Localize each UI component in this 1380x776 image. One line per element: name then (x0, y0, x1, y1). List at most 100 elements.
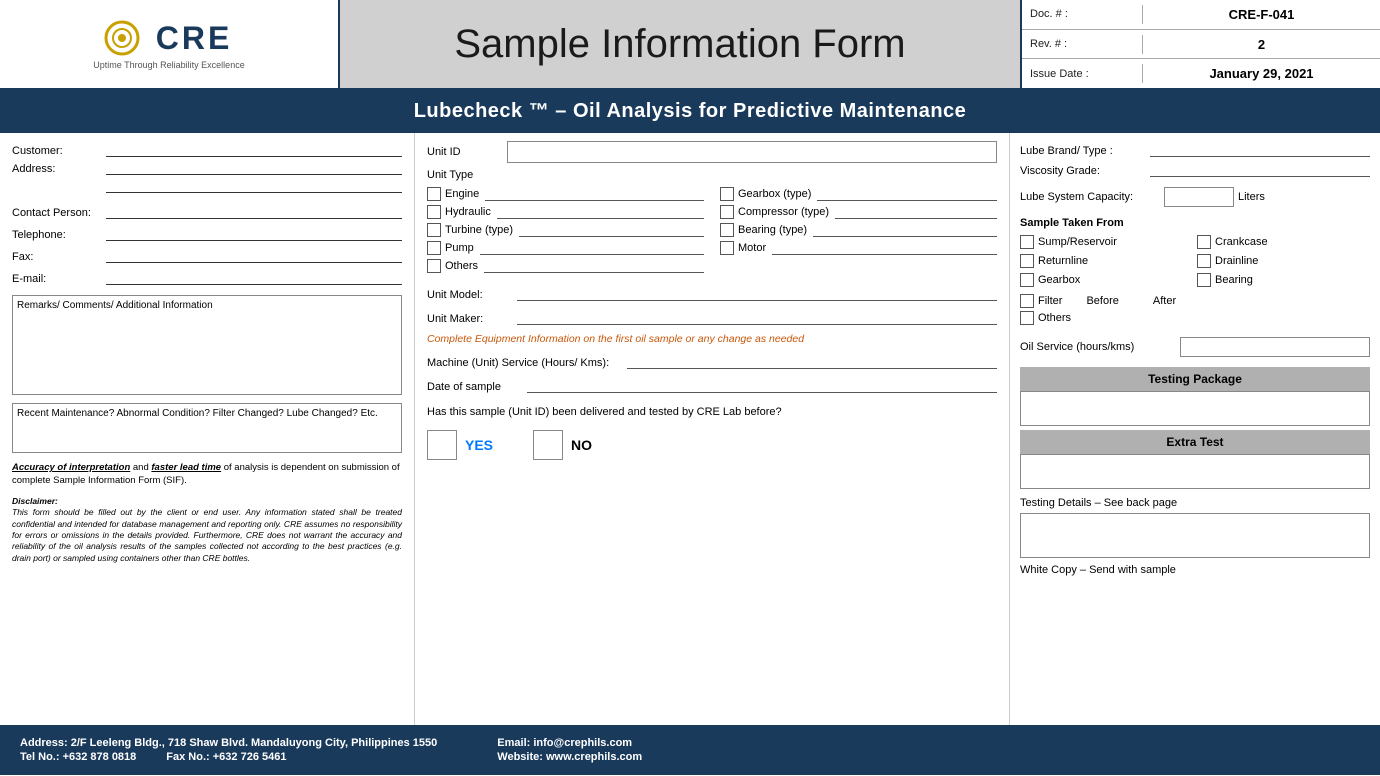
bearing-sample-label: Bearing (1215, 274, 1253, 286)
compressor-line[interactable] (835, 205, 997, 219)
gearbox-checkbox[interactable] (720, 187, 734, 201)
address-label: Address: (12, 163, 102, 175)
telephone-label: Telephone: (12, 229, 102, 241)
logo-section: CRE Uptime Through Reliability Excellenc… (0, 0, 340, 88)
customer-label: Customer: (12, 145, 102, 157)
cre-logo-icon (104, 18, 156, 58)
pump-checkbox[interactable] (427, 241, 441, 255)
others-sample-checkbox[interactable] (1020, 311, 1034, 325)
lube-capacity-field[interactable] (1164, 187, 1234, 207)
others-checkbox[interactable] (427, 259, 441, 273)
testing-package-header: Testing Package (1020, 367, 1370, 391)
customer-field[interactable] (106, 141, 402, 157)
doc-value: CRE-F-041 (1142, 5, 1380, 24)
lube-brand-field[interactable] (1150, 141, 1370, 157)
unit-model-field[interactable] (517, 285, 997, 301)
compressor-item: Compressor (type) (720, 205, 997, 219)
viscosity-field[interactable] (1150, 161, 1370, 177)
returnline-checkbox[interactable] (1020, 254, 1034, 268)
viscosity-label: Viscosity Grade: (1020, 165, 1150, 177)
logo-tagline: Uptime Through Reliability Excellence (93, 60, 244, 70)
motor-checkbox[interactable] (720, 241, 734, 255)
unit-id-row: Unit ID (427, 141, 997, 163)
engine-line[interactable] (485, 187, 704, 201)
telephone-field[interactable] (106, 225, 402, 241)
drainline-checkbox[interactable] (1197, 254, 1211, 268)
unit-model-label: Unit Model: (427, 289, 517, 301)
fax-field[interactable] (106, 247, 402, 263)
unit-maker-field[interactable] (517, 309, 997, 325)
bearing-line[interactable] (813, 223, 997, 237)
liters-label: Liters (1238, 191, 1265, 203)
rev-number-row: Rev. # : 2 (1022, 30, 1380, 60)
left-column: Customer: Address: Contact Person: Telep… (0, 133, 415, 725)
lube-brand-label: Lube Brand/ Type : (1020, 145, 1150, 157)
accuracy-and: and (130, 462, 151, 473)
no-answer-box[interactable] (533, 430, 563, 460)
title-section: Sample Information Form (340, 0, 1020, 88)
others-line[interactable] (484, 259, 704, 273)
testing-package-box[interactable] (1020, 391, 1370, 426)
contact-field[interactable] (106, 203, 402, 219)
right-column: Lube Brand/ Type : Viscosity Grade: Lube… (1010, 133, 1380, 725)
unit-id-field[interactable] (507, 141, 997, 163)
pump-line[interactable] (480, 241, 704, 255)
yes-answer-box[interactable] (427, 430, 457, 460)
yes-box: YES (427, 430, 493, 460)
machine-service-field[interactable] (627, 353, 997, 369)
gearbox-sample-checkbox[interactable] (1020, 273, 1034, 287)
lube-capacity-label: Lube System Capacity: (1020, 191, 1160, 203)
motor-line[interactable] (772, 241, 997, 255)
bearing-label: Bearing (type) (738, 224, 807, 236)
returnline-label: Returnline (1038, 255, 1088, 267)
address-row2 (102, 177, 402, 193)
logo-brand: CRE (156, 20, 233, 57)
bearing-checkbox[interactable] (720, 223, 734, 237)
testing-details-box[interactable] (1020, 513, 1370, 558)
footer-email: Email: info@crephils.com (497, 737, 642, 749)
compressor-checkbox[interactable] (720, 205, 734, 219)
gearbox-item: Gearbox (type) (720, 187, 997, 201)
address-field[interactable] (106, 159, 402, 175)
hydraulic-line[interactable] (497, 205, 704, 219)
bearing-item: Bearing (type) (720, 223, 997, 237)
maintenance-box[interactable]: Recent Maintenance? Abnormal Condition? … (12, 403, 402, 453)
filter-checkbox[interactable] (1020, 294, 1034, 308)
delivered-question: Has this sample (Unit ID) been delivered… (427, 405, 997, 420)
date-field[interactable] (527, 377, 997, 393)
engine-checkbox[interactable] (427, 187, 441, 201)
others-sample-label: Others (1038, 312, 1071, 324)
viscosity-row: Viscosity Grade: (1020, 161, 1370, 177)
after-label: After (1153, 295, 1176, 307)
turbine-item: Turbine (type) (427, 223, 704, 237)
sump-label: Sump/Reservoir (1038, 236, 1117, 248)
blue-banner: Lubecheck ™ – Oil Analysis for Predictiv… (0, 90, 1380, 133)
sump-checkbox[interactable] (1020, 235, 1034, 249)
header: CRE Uptime Through Reliability Excellenc… (0, 0, 1380, 90)
yes-label: YES (465, 437, 493, 453)
gearbox-line[interactable] (817, 187, 997, 201)
extra-test-header: Extra Test (1020, 430, 1370, 454)
main-content: Customer: Address: Contact Person: Telep… (0, 133, 1380, 725)
unit-id-label: Unit ID (427, 146, 507, 158)
bearing-sample-checkbox[interactable] (1197, 273, 1211, 287)
engine-label: Engine (445, 188, 479, 200)
others-sample-item: Others (1020, 311, 1370, 325)
hydraulic-checkbox[interactable] (427, 205, 441, 219)
accuracy-text: Accuracy of interpretation and faster le… (12, 461, 402, 488)
email-field[interactable] (106, 269, 402, 285)
address-field2[interactable] (106, 177, 402, 193)
bearing-sample-item: Bearing (1197, 273, 1370, 287)
oil-service-field[interactable] (1180, 337, 1370, 357)
doc-number-row: Doc. # : CRE-F-041 (1022, 0, 1380, 30)
remarks-box[interactable]: Remarks/ Comments/ Additional Informatio… (12, 295, 402, 395)
middle-column: Unit ID Unit Type Engine Hydraulic (415, 133, 1010, 725)
lube-brand-row: Lube Brand/ Type : (1020, 141, 1370, 157)
turbine-line[interactable] (519, 223, 704, 237)
turbine-checkbox[interactable] (427, 223, 441, 237)
extra-test-box[interactable] (1020, 454, 1370, 489)
crankcase-checkbox[interactable] (1197, 235, 1211, 249)
address-row: Address: (12, 159, 402, 175)
accuracy-highlight: Accuracy of interpretation (12, 462, 130, 473)
no-box: NO (533, 430, 592, 460)
